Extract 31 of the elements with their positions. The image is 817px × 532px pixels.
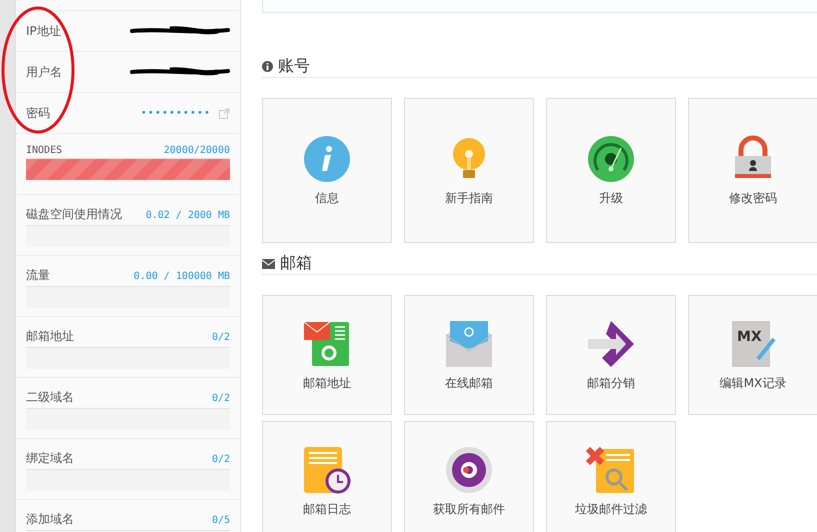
- meter-reading: 0.02 / 2000 MB: [146, 210, 230, 221]
- app-tile[interactable]: 邮箱地址: [262, 295, 392, 415]
- meter-label: 磁盘空间使用情况: [26, 206, 122, 223]
- field-label: 密码: [26, 104, 50, 122]
- app-tile[interactable]: 邮箱分销: [546, 295, 676, 415]
- meter-reading: 0/2: [212, 454, 230, 465]
- meter-reading: 0/2: [212, 332, 230, 343]
- app-tile[interactable]: 在线邮箱: [404, 295, 534, 415]
- meter-reading: 0/5: [212, 515, 230, 526]
- meter-reading: 0.00 / 100000 MB: [134, 271, 230, 282]
- field-label: IP地址: [26, 22, 61, 40]
- password-value: ••••••••••: [140, 108, 211, 118]
- meter-label: 邮箱地址: [26, 328, 74, 345]
- app-tile[interactable]: 升级: [546, 98, 676, 243]
- meter-label: 添加域名: [26, 511, 74, 528]
- app-tile[interactable]: 修改密码: [688, 98, 817, 243]
- meter-reading: 0/2: [212, 393, 230, 404]
- meter-label: 绑定域名: [26, 450, 74, 467]
- section-title: 账号: [278, 56, 310, 77]
- meter-reading: 20000/20000: [164, 145, 230, 156]
- app-tile[interactable]: 新手指南: [404, 98, 534, 243]
- meter-label: 流量: [26, 267, 50, 284]
- meter-label: INODES: [26, 145, 62, 156]
- app-tile[interactable]: 邮箱日志: [262, 421, 392, 532]
- app-tile[interactable]: 垃圾邮件过滤: [546, 421, 676, 532]
- section-title: 邮箱: [280, 253, 312, 274]
- field-label: 用户名: [26, 64, 62, 80]
- app-tile[interactable]: MX 编辑MX记录: [688, 295, 817, 415]
- meter-label: 二级域名: [26, 389, 74, 406]
- app-tile[interactable]: 获取所有邮件: [404, 421, 534, 532]
- app-tile[interactable]: 信息: [262, 98, 392, 243]
